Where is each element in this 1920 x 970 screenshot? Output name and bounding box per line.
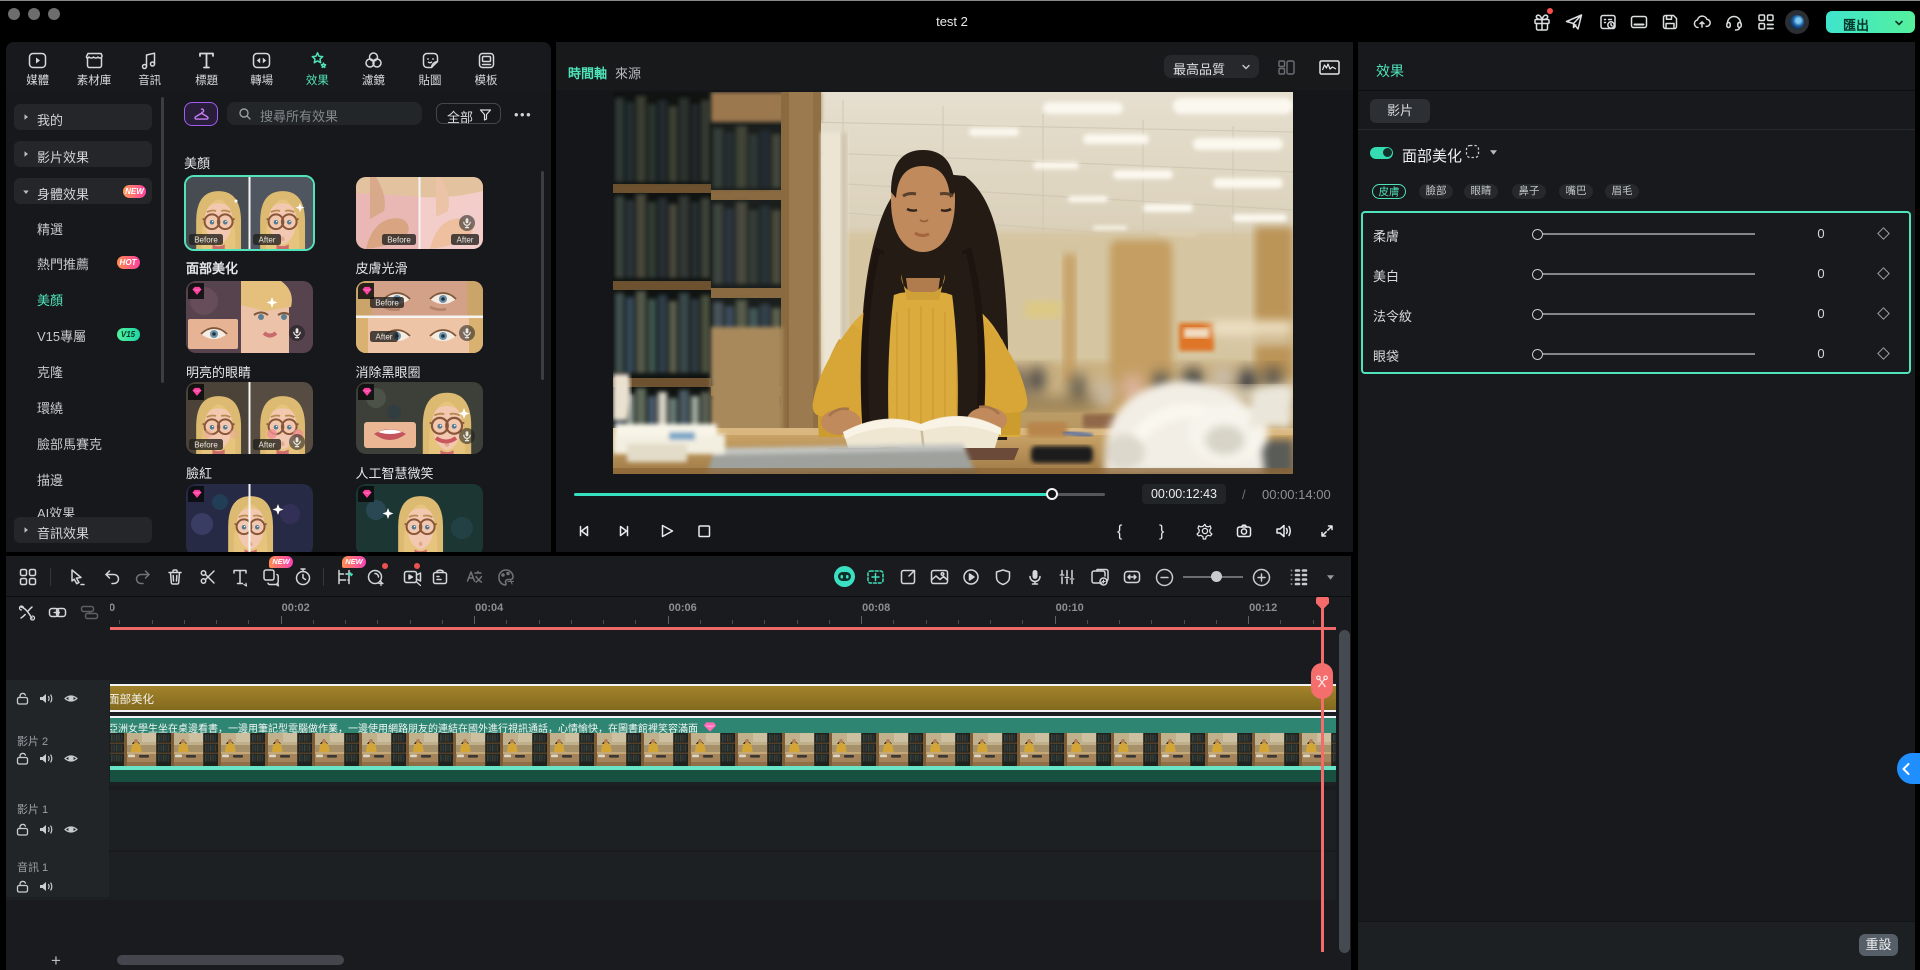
svg-text:Before: Before (194, 441, 218, 450)
svg-text:After: After (259, 236, 276, 245)
svg-text:Before: Before (387, 236, 411, 245)
svg-text:After: After (456, 236, 473, 245)
svg-text:After: After (375, 332, 392, 341)
svg-text:Before: Before (194, 236, 218, 245)
svg-text:After: After (259, 441, 276, 450)
svg-text:Before: Before (375, 298, 399, 307)
